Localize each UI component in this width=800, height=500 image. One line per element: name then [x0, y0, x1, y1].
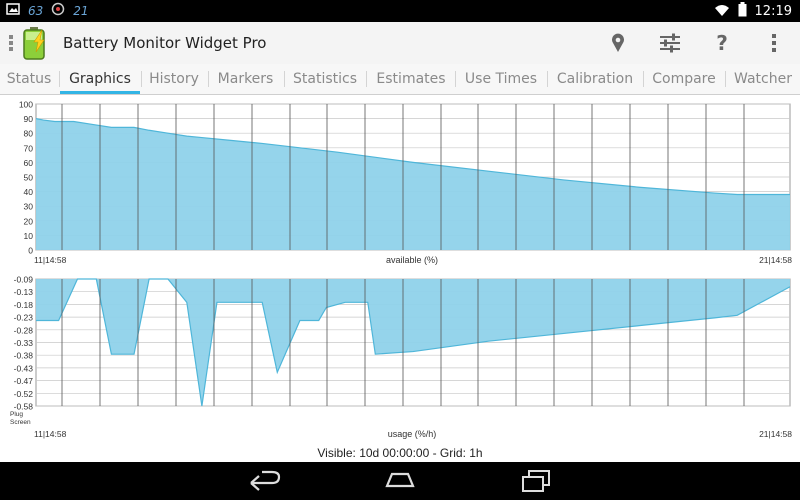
- action-icons: ?: [592, 22, 800, 64]
- help-icon[interactable]: ?: [696, 22, 748, 64]
- usage-y-tick-label: -0.58: [14, 402, 34, 412]
- tab-watcher[interactable]: Watcher: [726, 64, 800, 94]
- recent-apps-icon[interactable]: [520, 469, 552, 493]
- tab-bar: Status Graphics History Markers Statisti…: [0, 64, 800, 95]
- app-logo-icon[interactable]: [22, 26, 46, 60]
- usage-title: usage (%/h): [388, 429, 437, 439]
- available-y-tick-label: 80: [24, 129, 34, 139]
- app-title: Battery Monitor Widget Pro: [63, 34, 267, 52]
- usage-x-start-label: 11|14:58: [34, 429, 67, 439]
- tab-status[interactable]: Status: [0, 64, 58, 94]
- clock: 12:19: [754, 4, 792, 19]
- notification-21-icon: 21: [73, 3, 89, 18]
- usage-y-tick-label: -0.18: [14, 300, 34, 310]
- available-y-tick-label: 100: [19, 100, 33, 110]
- usage-y-tick-label: -0.47: [14, 376, 34, 386]
- available-y-tick-label: 50: [24, 173, 34, 183]
- available-title: available (%): [386, 255, 438, 265]
- visible-range-footer: Visible: 10d 00:00:00 - Grid: 1h: [317, 446, 482, 460]
- battery-icon: [738, 2, 747, 21]
- usage-y-tick-label: -0.33: [14, 338, 34, 348]
- notification-63-icon: 63: [28, 3, 44, 18]
- wifi-icon: [714, 3, 730, 21]
- available-x-end-label: 21|14:58: [759, 255, 792, 265]
- navigation-bar: [0, 462, 800, 500]
- tab-statistics[interactable]: Statistics: [285, 64, 365, 94]
- location-icon[interactable]: [592, 22, 644, 64]
- status-left: 63 21: [6, 2, 89, 19]
- usage-y-tick-label: -0.28: [14, 325, 34, 335]
- tab-history[interactable]: History: [142, 64, 206, 94]
- tab-use-times[interactable]: Use Times: [456, 64, 546, 94]
- usage-x-end-label: 21|14:58: [759, 429, 792, 439]
- usage-y-tick-label: -0.43: [14, 363, 34, 373]
- usage-y-tick-label: -0.13: [14, 287, 34, 297]
- usage-y-tick-label: -0.09: [14, 275, 34, 285]
- usage-y-tick-label: -0.52: [14, 389, 34, 399]
- tab-markers[interactable]: Markers: [209, 64, 282, 94]
- tab-estimates[interactable]: Estimates: [367, 64, 455, 94]
- action-bar: Battery Monitor Widget Pro ?: [0, 22, 800, 65]
- usage-row-label: Screen: [10, 419, 31, 426]
- usage-y-tick-label: -0.38: [14, 351, 34, 361]
- drag-handle-icon[interactable]: [9, 35, 13, 51]
- available-y-tick-label: 10: [24, 231, 34, 241]
- home-icon[interactable]: [384, 469, 416, 493]
- photo-icon: [6, 3, 20, 18]
- available-y-tick-label: 30: [24, 202, 34, 212]
- tab-compare[interactable]: Compare: [644, 64, 724, 94]
- available-y-tick-label: 20: [24, 216, 34, 226]
- available-y-tick-label: 0: [28, 246, 33, 256]
- settings-sliders-icon[interactable]: [644, 22, 696, 64]
- available-x-start-label: 11|14:58: [34, 255, 67, 265]
- charts-canvas[interactable]: 100908070605040302010011|14:58 21|14:58av…: [0, 95, 800, 462]
- usage-y-tick-label: -0.23: [14, 313, 34, 323]
- tab-graphics[interactable]: Graphics: [60, 64, 140, 94]
- camera-icon: [51, 2, 65, 19]
- back-icon[interactable]: [248, 469, 282, 493]
- available-y-tick-label: 40: [24, 187, 34, 197]
- status-right: 12:19: [714, 2, 792, 21]
- available-y-tick-label: 60: [24, 158, 34, 168]
- status-bar: 63 21 12:19: [0, 0, 800, 22]
- available-y-tick-label: 70: [24, 143, 34, 153]
- usage-row-label: Plug: [10, 411, 23, 418]
- overflow-menu-icon[interactable]: [748, 22, 800, 64]
- tab-calibration[interactable]: Calibration: [548, 64, 642, 94]
- available-y-tick-label: 90: [24, 114, 34, 124]
